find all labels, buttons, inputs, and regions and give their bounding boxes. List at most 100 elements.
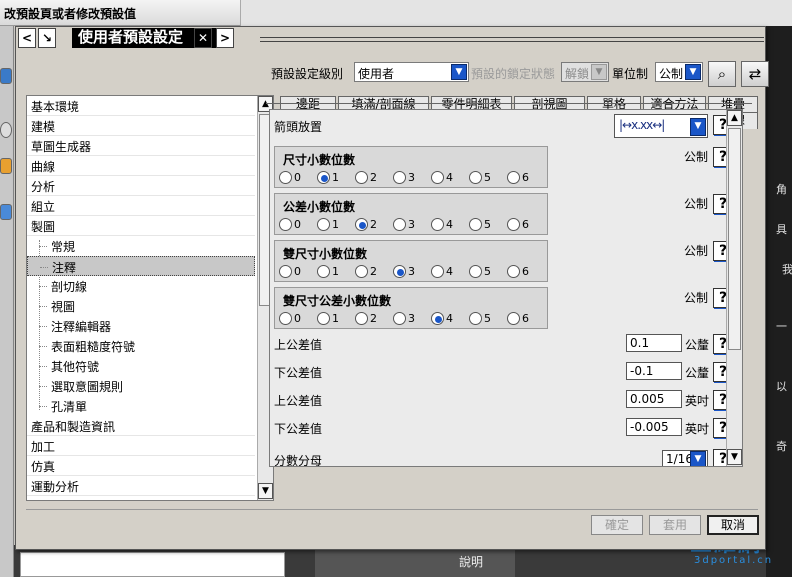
radio-dot <box>469 217 482 231</box>
unit-system-select[interactable]: 公制 ▼ <box>655 62 703 82</box>
decimal-radio[interactable]: 1 <box>317 311 355 327</box>
decimal-radio[interactable]: 6 <box>507 311 545 327</box>
tree-item[interactable]: 運動分析 <box>27 476 255 496</box>
scroll-down-icon[interactable]: ▼ <box>258 483 273 499</box>
tree-item[interactable]: 其他符號 <box>27 356 255 376</box>
radio-dot <box>317 170 330 184</box>
radio-dot <box>317 217 330 231</box>
decimal-radio[interactable]: 4 <box>431 264 469 280</box>
cancel-button[interactable]: 取消 <box>707 515 759 535</box>
back-button[interactable]: < <box>18 28 36 48</box>
close-button[interactable]: ✕ <box>194 28 212 48</box>
decimal-radio[interactable]: 0 <box>279 311 317 327</box>
tree-item[interactable]: 建模 <box>27 116 255 136</box>
decimal-radio[interactable]: 2 <box>355 311 393 327</box>
tree-item[interactable]: 注釋 <box>27 256 255 276</box>
decimal-radio[interactable]: 6 <box>507 170 545 186</box>
decimal-radio[interactable]: 1 <box>317 170 355 186</box>
decimal-radio[interactable]: 4 <box>431 170 469 186</box>
header-rule <box>260 41 764 42</box>
tolerance-input[interactable]: -0.1 <box>626 362 682 380</box>
collapse-arrow-icon[interactable]: ↘ <box>38 28 56 48</box>
tree-item[interactable]: 產品和製造資訊 <box>27 416 255 436</box>
panel-scrollbar[interactable]: ▲ ▼ <box>726 110 742 466</box>
decimal-radio[interactable]: 5 <box>469 217 507 233</box>
decimal-radio[interactable]: 1 <box>317 217 355 233</box>
chevron-down-icon: ▼ <box>685 64 701 80</box>
group-unit-label: 公制 <box>684 150 709 164</box>
radio-dot <box>507 264 520 278</box>
tree-item[interactable]: 曲線 <box>27 156 255 176</box>
tree-item[interactable]: 仿真 <box>27 456 255 476</box>
tool-icon[interactable] <box>0 204 12 220</box>
tree-item[interactable]: 基本環境 <box>27 96 255 116</box>
arrow-placement-select[interactable]: |↔x.xx↔| ▼ <box>614 114 708 138</box>
decimal-radio[interactable]: 6 <box>507 217 545 233</box>
tree-item[interactable]: 製圖 <box>27 216 255 236</box>
tree-item[interactable]: 選取意圖規則 <box>27 376 255 396</box>
decimal-group-title: 公差小數位數 <box>283 200 356 214</box>
tree-item[interactable]: 加工 <box>27 436 255 456</box>
tree-item[interactable]: 視圖 <box>27 296 255 316</box>
tolerance-unit: 公釐 <box>685 366 710 380</box>
decimal-radio[interactable]: 2 <box>355 264 393 280</box>
bg-text: 以 <box>776 380 787 393</box>
decimal-radio[interactable]: 4 <box>431 311 469 327</box>
tree-item[interactable]: 分析 <box>27 176 255 196</box>
radio-dot <box>469 311 482 325</box>
decimal-radio[interactable]: 3 <box>393 311 431 327</box>
tree-item[interactable]: 草圖生成器 <box>27 136 255 156</box>
fraction-denominator-select[interactable]: 1/16 ▼ <box>662 450 708 466</box>
decimal-radio[interactable]: 0 <box>279 264 317 280</box>
decimal-radio[interactable]: 1 <box>317 264 355 280</box>
decimal-radio[interactable]: 4 <box>431 217 469 233</box>
radio-dot <box>393 311 406 325</box>
binoculars-icon[interactable]: ⌕ <box>708 61 736 87</box>
tool-icon[interactable] <box>0 158 12 174</box>
decimal-radio[interactable]: 0 <box>279 170 317 186</box>
level-select[interactable]: 使用者 ▼ <box>354 62 469 82</box>
tolerance-label: 上公差值 <box>274 338 323 352</box>
tolerance-unit: 公釐 <box>685 338 710 352</box>
decimal-radio[interactable]: 5 <box>469 311 507 327</box>
decimal-radio[interactable]: 2 <box>355 217 393 233</box>
tab-underline <box>266 103 752 104</box>
radio-label: 1 <box>332 264 339 278</box>
radio-dot <box>355 170 368 184</box>
decimal-radio[interactable]: 5 <box>469 264 507 280</box>
tolerance-input[interactable]: 0.005 <box>626 390 682 408</box>
category-tree[interactable]: 基本環境 建模 草圖生成器 曲線 分析 組立 製圖 常規 注釋 剖切線 視圖 注釋編輯器 表面粗糙度符號… <box>26 95 274 501</box>
lock-status-select[interactable]: 解鎖 ▼ <box>561 62 609 82</box>
import-export-icon[interactable]: ⇄ <box>741 61 769 87</box>
tolerance-input[interactable]: -0.005 <box>626 418 682 436</box>
tree-item[interactable]: 注釋編輯器 <box>27 316 255 336</box>
tree-item[interactable]: 常規 <box>27 236 255 256</box>
tool-icon[interactable] <box>0 68 12 84</box>
decimal-radio[interactable]: 0 <box>279 217 317 233</box>
decimal-radio[interactable]: 5 <box>469 170 507 186</box>
app-bottom-panel <box>20 552 285 577</box>
radio-label: 1 <box>332 170 339 184</box>
tree-item[interactable]: 剖切線 <box>27 276 255 296</box>
ok-button[interactable]: 確定 <box>591 515 643 535</box>
decimal-radio[interactable]: 6 <box>507 264 545 280</box>
scroll-up-icon[interactable]: ▲ <box>727 110 742 126</box>
tree-item[interactable]: 孔清單 <box>27 396 255 416</box>
tolerance-input[interactable]: 0.1 <box>626 334 682 352</box>
radio-label: 1 <box>332 217 339 231</box>
forward-button[interactable]: > <box>216 28 234 48</box>
group-unit-label: 公制 <box>684 244 709 258</box>
apply-button[interactable]: 套用 <box>649 515 701 535</box>
scrollbar-thumb[interactable] <box>728 128 741 350</box>
decimal-radio[interactable]: 3 <box>393 170 431 186</box>
tree-item[interactable]: 組立 <box>27 196 255 216</box>
decimal-radio[interactable]: 3 <box>393 217 431 233</box>
help-status[interactable]: 說明 <box>315 548 515 577</box>
decimal-radio[interactable]: 3 <box>393 264 431 280</box>
scroll-down-icon[interactable]: ▼ <box>727 449 742 465</box>
tree-item[interactable]: 表面粗糙度符號 <box>27 336 255 356</box>
decimal-group-title: 雙尺寸小數位數 <box>283 247 368 261</box>
decimal-radio[interactable]: 2 <box>355 170 393 186</box>
tool-icon[interactable] <box>0 122 12 138</box>
radio-dot <box>507 311 520 325</box>
